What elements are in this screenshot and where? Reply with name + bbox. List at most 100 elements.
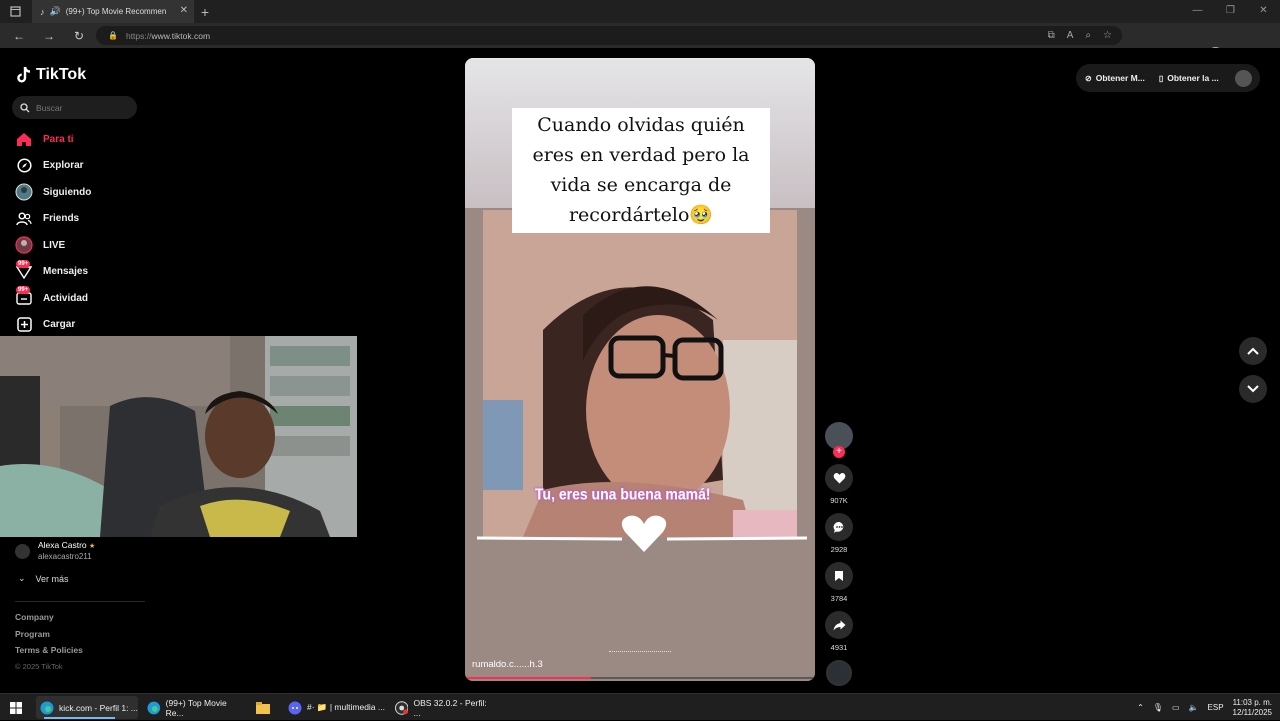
tiktok-logo-text: TikTok [36,66,87,83]
footer-company-link[interactable]: Company [15,612,83,629]
share-icon[interactable] [825,611,853,639]
taskbar-item-kick[interactable]: kick.com - Perfil 1: ... [36,696,138,719]
following-account-avatar [15,543,30,559]
comment-count: 2928 [830,545,848,554]
taskbar-item-obs[interactable]: OBS 32.0.2 - Perfil: ... [391,696,493,719]
obs-icon [395,700,409,715]
address-bar[interactable]: 🔒 https:// www.tiktok.com ⧉ A ⌕ ☆ [96,26,1122,45]
tiktok-logo[interactable]: TikTok [16,66,86,84]
music-disc-icon[interactable] [826,660,852,686]
sidebar-item-para-ti[interactable]: Para ti [15,126,145,153]
sidebar-item-label: Siguiendo [43,186,92,198]
comment-icon[interactable] [825,513,853,541]
video-progress-bar[interactable] [465,677,815,679]
active-indicator [44,717,116,719]
favorite-star-icon[interactable]: ☆ [1103,30,1112,41]
heart-icon[interactable] [825,464,853,492]
lock-icon[interactable]: 🔒 [108,31,118,40]
search-placeholder: Buscar [36,102,63,113]
get-coins-button[interactable]: Obtener M... [1096,73,1145,83]
creator-avatar[interactable]: + [825,422,853,458]
sidebar-item-mensajes[interactable]: 99+ Mensajes [15,259,145,286]
taskbar-item-tiktok[interactable]: (99+) Top Movie Re... [143,696,245,719]
upload-icon [15,316,33,334]
browser-tab-tiktok[interactable]: ♪ 🔊 (99+) Top Movie Recommenda ✕ [32,0,194,23]
sidebar-item-explorar[interactable]: Explorar [15,153,145,180]
microphone-icon[interactable]: 🎙 [1153,703,1163,712]
sidebar-item-live[interactable]: LIVE [15,232,145,259]
tiktok-page: TikTok Buscar Para ti Explorar Siguiendo… [0,48,1280,693]
zoom-icon[interactable]: ⌕ [1085,30,1091,41]
caption-line: eres en verdad pero la [532,144,750,166]
see-more-button[interactable]: ⌄ Ver más [18,573,69,584]
volume-icon[interactable]: 🔈 [1189,703,1199,712]
window-controls: — ❐ ✕ [1181,0,1280,23]
clock[interactable]: 11:03 p. m. 12/11/2025 [1233,698,1272,718]
url-host: www.tiktok.com [151,30,211,41]
get-app-button[interactable]: Obtener la ... [1167,73,1219,83]
see-more-label: Ver más [35,573,69,584]
tab-actions-icon[interactable] [0,0,30,23]
like-action[interactable]: 907K [822,464,856,505]
video-subtitle: Tu, eres una buena mamá! [535,485,711,503]
activity-badge: 99+ [16,286,31,294]
refresh-button[interactable]: ↻ [64,23,94,48]
read-aloud-icon[interactable]: A [1067,30,1074,41]
next-video-button[interactable] [1239,375,1267,403]
taskbar-item-label: (99+) Top Movie Re... [165,697,227,718]
following-account-name: Alexa Castro ★ [38,540,96,550]
taskbar-item-discord[interactable]: #· 📁 | multimedia ... [284,696,386,719]
sidebar-item-label: Actividad [43,292,89,304]
taskbar-item-label: kick.com - Perfil 1: ... [59,702,138,713]
windows-logo-icon [10,701,22,714]
sidebar-item-label: Para ti [43,133,74,145]
previous-video-button[interactable] [1239,337,1267,365]
taskbar-item-label: #· 📁 | multimedia ... [307,702,385,712]
chevron-down-icon [1247,385,1259,393]
user-avatar[interactable] [1235,70,1252,87]
sidebar-item-actividad[interactable]: 99+ Actividad [15,285,145,312]
search-input[interactable]: Buscar [12,96,137,119]
video-author[interactable]: rumaldo.c......h.3 [472,659,543,670]
close-window-button[interactable]: ✕ [1247,0,1280,23]
sidebar-footer: Company Program Terms & Policies © 2025 … [15,612,83,678]
bookmark-icon[interactable] [825,562,853,590]
discord-icon [288,701,302,714]
tiktok-logo-icon [17,66,31,83]
like-count: 907K [830,496,848,505]
back-button[interactable]: ← [4,23,34,48]
share-count: 4931 [830,643,848,652]
new-tab-button[interactable]: + [194,0,216,23]
clock-time: 11:03 p. m. [1232,697,1272,707]
edge-icon [40,701,54,714]
top-right-actions: ⊘ Obtener M... ▯ Obtener la ... [1076,64,1260,92]
system-tray: ⌃ 🎙 ▭ 🔈 ESP 11:03 p. m. 12/11/2025 [1137,694,1272,721]
close-tab-icon[interactable]: ✕ [180,5,188,16]
chevron-up-icon[interactable]: ⌃ [1137,703,1144,712]
heart-divider-icon [477,515,807,552]
caption-line: recordártelo🥹 [568,204,714,226]
language-indicator[interactable]: ESP [1208,703,1224,712]
start-button[interactable] [6,696,28,719]
address-bar-icons: ⧉ A ⌕ ☆ [1048,30,1112,41]
save-action[interactable]: 3784 [822,562,856,603]
share-action[interactable]: 4931 [822,611,856,652]
footer-terms-link[interactable]: Terms & Policies [15,645,83,662]
follow-plus-icon[interactable]: + [833,446,845,458]
sidebar-item-cargar[interactable]: Cargar [15,312,145,339]
network-icon[interactable]: ▭ [1172,703,1180,712]
footer-program-link[interactable]: Program [15,629,83,646]
following-account[interactable]: Alexa Castro ★ alexacastro211 [15,540,95,562]
sidebar-item-siguiendo[interactable]: Siguiendo [15,179,145,206]
forward-button[interactable]: → [34,23,64,48]
app-available-icon[interactable]: ⧉ [1048,30,1055,41]
audio-icon[interactable]: 🔊 [50,6,61,17]
sidebar-divider [15,601,145,602]
webcam-image [0,336,357,537]
video-player[interactable]: Cuando olvidas quién eres en verdad pero… [465,58,815,681]
comment-action[interactable]: 2928 [822,513,856,554]
maximize-button[interactable]: ❐ [1214,0,1247,23]
sidebar-item-friends[interactable]: Friends [15,206,145,233]
minimize-button[interactable]: — [1181,0,1214,23]
taskbar-item-file-explorer[interactable] [252,696,276,719]
